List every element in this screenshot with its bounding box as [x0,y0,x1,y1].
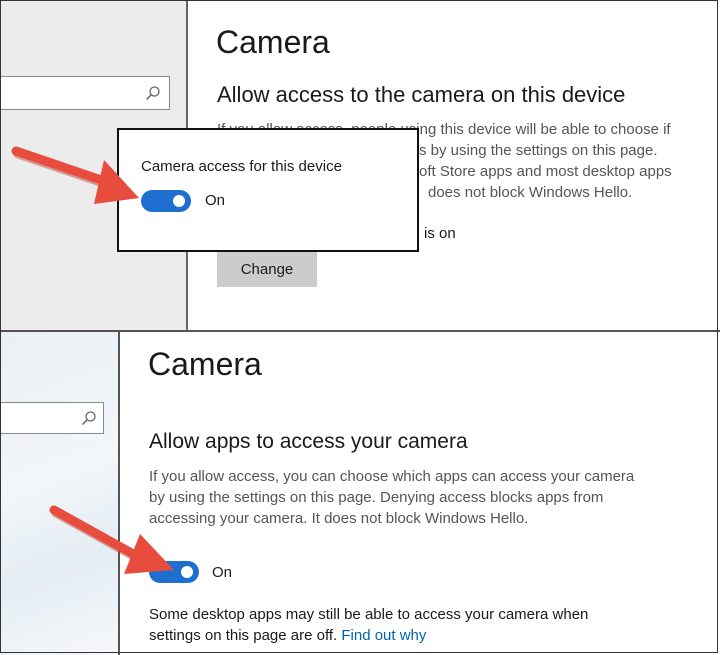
image-frame [0,0,718,653]
